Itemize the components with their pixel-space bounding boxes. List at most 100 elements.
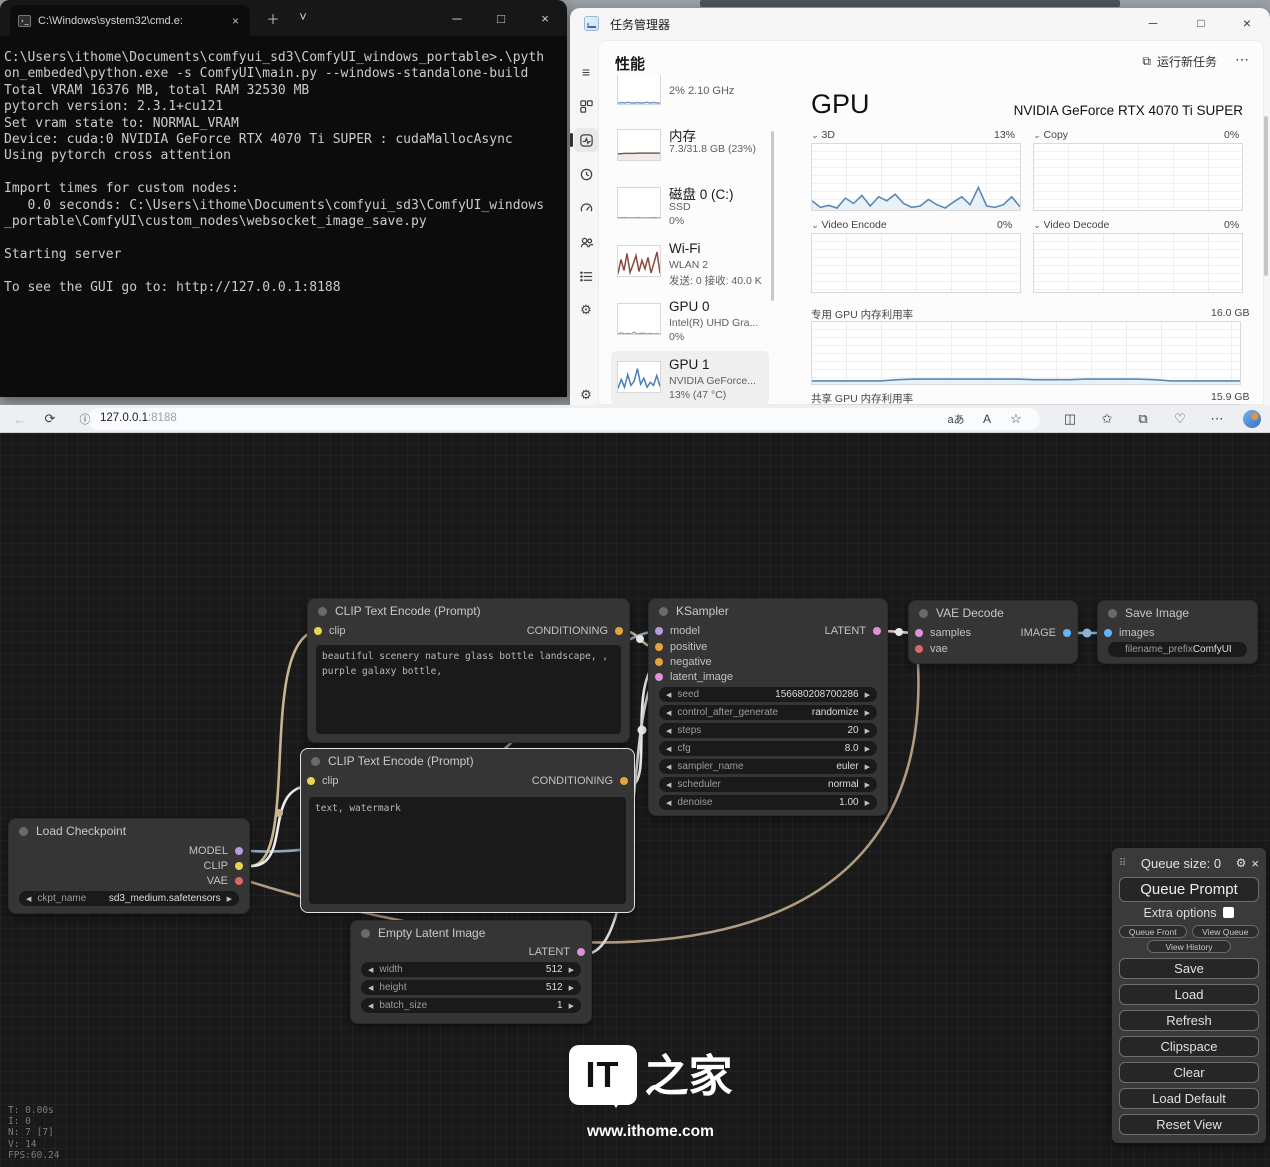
- queue-prompt-button[interactable]: Queue Prompt: [1119, 877, 1259, 902]
- node-title-bar[interactable]: KSampler: [649, 599, 887, 623]
- latent-port[interactable]: [915, 629, 923, 637]
- node-title-bar[interactable]: Save Image: [1098, 601, 1257, 625]
- output-latent[interactable]: LATENT: [351, 945, 591, 959]
- widget-sampler-name[interactable]: ◀sampler_nameeuler▶: [659, 759, 877, 774]
- tab-close-icon[interactable]: ×: [229, 14, 242, 28]
- perf-item-memory[interactable]: 内存 7.3/31.8 GB (23%): [611, 119, 769, 173]
- performance-icon[interactable]: [574, 128, 598, 152]
- node-load-checkpoint[interactable]: Load Checkpoint MODEL CLIP VAE ◀ckpt_nam…: [8, 818, 250, 914]
- perf-item-cpu[interactable]: 2% 2.10 GHz: [611, 81, 769, 109]
- queue-settings-icon[interactable]: ⚙: [1236, 856, 1247, 870]
- latent-port[interactable]: [873, 627, 881, 635]
- widget-control-after-generate[interactable]: ◀control_after_generaterandomize▶: [659, 705, 877, 720]
- site-info-icon[interactable]: ⓘ: [74, 405, 96, 433]
- copilot-icon[interactable]: [1243, 410, 1261, 428]
- load-default-button[interactable]: Load Default: [1119, 1088, 1259, 1109]
- widget-steps[interactable]: ◀steps20▶: [659, 723, 877, 738]
- node-vae-decode[interactable]: VAE Decode samples IMAGE vae: [908, 600, 1078, 664]
- prev-arrow-icon[interactable]: ◀: [666, 727, 671, 735]
- processes-icon[interactable]: [574, 94, 598, 118]
- conditioning-port[interactable]: [615, 627, 623, 635]
- back-icon[interactable]: ←: [8, 405, 32, 433]
- taskman-titlebar[interactable]: 任务管理器 ─ □ ×: [570, 8, 1270, 38]
- latent-port[interactable]: [655, 673, 663, 681]
- perf-item-gpu0[interactable]: GPU 0 Intel(R) UHD Gra... 0%: [611, 293, 769, 347]
- refresh-button[interactable]: Refresh: [1119, 1010, 1259, 1031]
- node-empty-latent-image[interactable]: Empty Latent Image LATENT ◀width512▶ ◀he…: [350, 920, 592, 1024]
- refresh-icon[interactable]: ⟳: [38, 405, 62, 433]
- comfyui-canvas[interactable]: Load Checkpoint MODEL CLIP VAE ◀ckpt_nam…: [0, 433, 1270, 1167]
- input-positive[interactable]: positive: [649, 639, 887, 654]
- clipspace-button[interactable]: Clipspace: [1119, 1036, 1259, 1057]
- prompt-textarea[interactable]: beautiful scenery nature glass bottle la…: [316, 645, 621, 734]
- output-image[interactable]: IMAGE: [1021, 627, 1071, 639]
- widget-denoise[interactable]: ◀denoise1.00▶: [659, 795, 877, 810]
- read-aloud-icon[interactable]: A: [975, 405, 999, 433]
- save-button[interactable]: Save: [1119, 958, 1259, 979]
- input-samples[interactable]: samples: [915, 625, 971, 641]
- output-latent[interactable]: LATENT: [825, 625, 881, 637]
- view-queue-button[interactable]: View Queue: [1192, 925, 1260, 938]
- menu-icon[interactable]: ≡: [574, 60, 598, 84]
- perf-item-disk[interactable]: 磁盘 0 (C:) SSD 0%: [611, 177, 769, 231]
- widget-batch-size[interactable]: ◀batch_size1▶: [361, 998, 581, 1013]
- node-ksampler[interactable]: KSampler model LATENT positive negative …: [648, 598, 888, 816]
- input-images[interactable]: images: [1098, 625, 1257, 641]
- input-model[interactable]: model: [655, 623, 700, 639]
- details-icon[interactable]: [574, 264, 598, 288]
- perf-item-gpu1[interactable]: GPU 1 NVIDIA GeForce... 13% (47 °C): [611, 351, 769, 405]
- input-clip[interactable]: clip: [314, 623, 346, 639]
- more-options-icon[interactable]: ⋯: [1235, 51, 1249, 68]
- output-conditioning[interactable]: CONDITIONING: [532, 775, 628, 787]
- prev-arrow-icon[interactable]: ◀: [666, 709, 671, 717]
- next-arrow-icon[interactable]: ▶: [865, 781, 870, 789]
- view-history-button[interactable]: View History: [1147, 940, 1231, 953]
- reset-view-button[interactable]: Reset View: [1119, 1114, 1259, 1135]
- queue-close-icon[interactable]: ×: [1251, 856, 1259, 871]
- collections-icon[interactable]: ✩: [1095, 405, 1119, 433]
- next-arrow-icon[interactable]: ▶: [865, 763, 870, 771]
- input-vae[interactable]: vae: [909, 641, 1077, 656]
- list-scrollbar[interactable]: [771, 85, 774, 401]
- widget-cfg[interactable]: ◀cfg8.0▶: [659, 741, 877, 756]
- queue-front-button[interactable]: Queue Front: [1119, 925, 1187, 938]
- close-icon[interactable]: ×: [1226, 8, 1268, 38]
- users-icon[interactable]: [574, 230, 598, 254]
- node-title-bar[interactable]: Load Checkpoint: [9, 819, 249, 843]
- browser-essentials-icon[interactable]: ♡: [1168, 405, 1192, 433]
- more-menu-icon[interactable]: ⋯: [1205, 405, 1229, 433]
- prev-arrow-icon[interactable]: ◀: [26, 895, 31, 903]
- node-clip-text-encode-negative[interactable]: CLIP Text Encode (Prompt) clip CONDITION…: [300, 748, 635, 913]
- input-negative[interactable]: negative: [649, 654, 887, 669]
- clear-button[interactable]: Clear: [1119, 1062, 1259, 1083]
- image-port[interactable]: [1104, 629, 1112, 637]
- next-arrow-icon[interactable]: ▶: [569, 966, 574, 974]
- next-arrow-icon[interactable]: ▶: [569, 1002, 574, 1010]
- prompt-textarea[interactable]: text, watermark: [309, 797, 626, 904]
- maximize-icon[interactable]: □: [479, 0, 523, 36]
- node-title-bar[interactable]: CLIP Text Encode (Prompt): [301, 749, 634, 773]
- node-title-bar[interactable]: VAE Decode: [909, 601, 1077, 625]
- next-arrow-icon[interactable]: ▶: [865, 691, 870, 699]
- vae-port[interactable]: [915, 645, 923, 653]
- prev-arrow-icon[interactable]: ◀: [666, 691, 671, 699]
- output-model[interactable]: MODEL: [9, 843, 249, 858]
- window-scrollbar[interactable]: [1264, 16, 1268, 405]
- perf-item-wifi[interactable]: Wi-Fi WLAN 2 发送: 0 接收: 40.0 K: [611, 235, 769, 289]
- url-text[interactable]: 127.0.0.1:8188: [100, 412, 177, 424]
- load-button[interactable]: Load: [1119, 984, 1259, 1005]
- output-conditioning[interactable]: CONDITIONING: [527, 625, 623, 637]
- input-latent-image[interactable]: latent_image: [649, 669, 887, 684]
- prev-arrow-icon[interactable]: ◀: [368, 966, 373, 974]
- conditioning-port[interactable]: [655, 658, 663, 666]
- latent-port[interactable]: [577, 948, 585, 956]
- widget-width[interactable]: ◀width512▶: [361, 962, 581, 977]
- translate-icon[interactable]: aあ: [944, 405, 968, 433]
- minimize-icon[interactable]: ─: [1132, 8, 1174, 38]
- widget-height[interactable]: ◀height512▶: [361, 980, 581, 995]
- prev-arrow-icon[interactable]: ◀: [666, 799, 671, 807]
- close-icon[interactable]: ×: [523, 0, 567, 36]
- vae-port[interactable]: [235, 877, 243, 885]
- maximize-icon[interactable]: □: [1180, 8, 1222, 38]
- widget-seed[interactable]: ◀seed156680208700286▶: [659, 687, 877, 702]
